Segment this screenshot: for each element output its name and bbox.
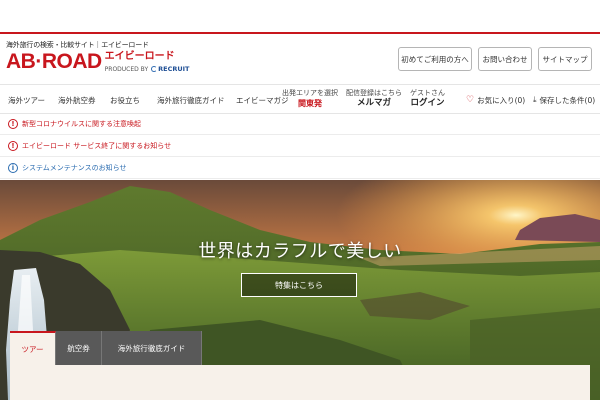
- recruit-logo-icon: [151, 66, 158, 72]
- tab-flights[interactable]: 航空券: [56, 331, 102, 365]
- first-time-guide-button[interactable]: 初めてご利用の方へ: [398, 47, 472, 71]
- heart-icon: ♡: [466, 95, 475, 105]
- favorites-link[interactable]: ♡ お気に入り(0): [466, 85, 525, 115]
- tab-travel-guide[interactable]: 海外旅行徹底ガイド: [102, 331, 202, 365]
- guest-label: ゲストさん: [410, 89, 445, 97]
- recruit-label: RECRUIT: [158, 65, 190, 73]
- departure-label: 出発エリアを選択: [282, 89, 338, 97]
- departure-area-selector[interactable]: 出発エリアを選択 関東発: [282, 88, 338, 109]
- tab-tours[interactable]: ツアー: [10, 331, 56, 365]
- login-value: ログイン: [410, 98, 445, 108]
- saved-conditions-link[interactable]: ⤓ 保存した条件(0): [533, 85, 595, 115]
- login-link[interactable]: ゲストさん ログイン: [410, 88, 445, 109]
- saved-conditions-label: 保存した条件(0): [539, 95, 596, 105]
- alert-icon: !: [8, 141, 18, 151]
- header-top-rule: [0, 32, 600, 34]
- nav-item-magazine[interactable]: エイビーマガジ: [236, 85, 289, 115]
- produced-by-line: PRODUCED BY RECRUIT: [105, 65, 190, 73]
- newsletter-label: 配信登録はこちら: [346, 89, 402, 97]
- departure-value: 関東発: [298, 99, 322, 108]
- search-panel: [10, 365, 590, 400]
- notice-covid[interactable]: ! 新型コロナウイルスに関する注意喚起: [0, 114, 600, 135]
- sitemap-button[interactable]: サイトマップ: [538, 47, 592, 71]
- logo-katakana: エイビーロード: [104, 51, 175, 62]
- alert-icon: !: [8, 119, 18, 129]
- notice-text: エイビーロード サービス終了に関するお知らせ: [22, 142, 172, 150]
- nav-item-flights[interactable]: 海外航空券: [58, 85, 96, 115]
- notice-text: 新型コロナウイルスに関する注意喚起: [22, 120, 141, 128]
- hero-title: 世界はカラフルで美しい: [198, 241, 402, 262]
- newsletter-link[interactable]: 配信登録はこちら メルマガ: [346, 88, 402, 109]
- info-icon: i: [8, 163, 18, 173]
- newsletter-value: メルマガ: [356, 98, 391, 108]
- feature-button[interactable]: 特集はこちら: [241, 273, 357, 297]
- nav-item-tours[interactable]: 海外ツアー: [8, 85, 45, 115]
- global-nav: 海外ツアー 海外航空券 お役立ち 海外旅行徹底ガイド エイビーマガジ 出発エリア…: [0, 84, 600, 114]
- site-logo[interactable]: 海外旅行の検索・比較サイト｜エイビーロード AB·ROAD エイビーロード PR…: [6, 40, 206, 80]
- notice-text: システムメンテナンスのお知らせ: [22, 164, 127, 172]
- notice-service-end[interactable]: ! エイビーロード サービス終了に関するお知らせ: [0, 136, 600, 157]
- produced-by-label: PRODUCED BY: [104, 65, 149, 73]
- logo-wordmark: AB·ROAD: [6, 50, 102, 73]
- favorites-label: お気に入り(0): [477, 95, 526, 105]
- notice-maintenance[interactable]: i システムメンテナンスのお知らせ: [0, 158, 600, 179]
- contact-button[interactable]: お問い合わせ: [478, 47, 532, 71]
- site-tagline: 海外旅行の検索・比較サイト｜エイビーロード: [6, 41, 149, 49]
- nav-item-guide[interactable]: 海外旅行徹底ガイド: [157, 85, 225, 115]
- download-icon: ⤓: [533, 95, 537, 104]
- nav-item-useful[interactable]: お役立ち: [110, 85, 140, 115]
- search-tab-bar: ツアー 航空券 海外旅行徹底ガイド: [10, 331, 202, 365]
